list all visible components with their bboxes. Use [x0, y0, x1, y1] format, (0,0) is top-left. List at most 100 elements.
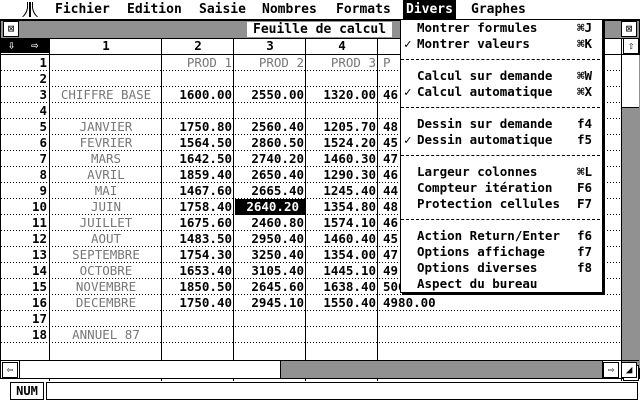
cell-r16-c2[interactable]: 1750.40	[164, 295, 238, 311]
cell-r6-c1[interactable]: FEVRIER	[52, 135, 160, 151]
cell-r4-c4[interactable]	[308, 103, 382, 119]
cell-r4-c1[interactable]	[52, 103, 160, 119]
cell-r18-c3[interactable]	[236, 327, 310, 343]
cell-r17-c2[interactable]	[164, 311, 238, 327]
cell-r3-c2[interactable]: 1600.00	[164, 87, 238, 103]
selected-cell[interactable]: 2640.20	[235, 199, 305, 215]
cell-r17-c5[interactable]	[380, 311, 621, 327]
cell-r9-c4[interactable]: 1245.40	[308, 183, 382, 199]
cell-r16-c1[interactable]: DECEMBRE	[52, 295, 160, 311]
cell-r18-c4[interactable]	[308, 327, 382, 343]
cell-r1-c3[interactable]: PROD 2	[236, 55, 308, 71]
menu-item-options-diverses[interactable]: Options diverses f8	[401, 260, 600, 276]
menu-edition[interactable]: Edition	[124, 0, 185, 19]
horizontal-scrollbar[interactable]: ⇦ ⇨ ◢	[1, 360, 639, 378]
cell-r13-c4[interactable]: 1354.00	[308, 247, 382, 263]
cell-r12-c4[interactable]: 1460.40	[308, 231, 382, 247]
cell-r6-c4[interactable]: 1524.20	[308, 135, 382, 151]
row-header-2[interactable]: 2	[1, 71, 47, 87]
row-header-1[interactable]: 1	[1, 55, 47, 71]
close-box-icon[interactable]: ⊠	[3, 21, 19, 37]
row-header-7[interactable]: 7	[1, 151, 47, 167]
scroll-right-icon[interactable]: ⇨	[603, 362, 619, 378]
cell-r18-c5[interactable]	[380, 327, 621, 343]
menu-divers[interactable]: Divers	[403, 0, 456, 19]
cell-r11-c1[interactable]: JUILLET	[52, 215, 160, 231]
fullscreen-box-icon[interactable]: ⊠	[621, 21, 637, 37]
row-header-14[interactable]: 14	[1, 263, 47, 279]
menu-saisie[interactable]: Saisie	[196, 0, 249, 19]
row-header-6[interactable]: 6	[1, 135, 47, 151]
cell-r6-c3[interactable]: 2860.50	[236, 135, 310, 151]
cell-r16-c4[interactable]: 1550.40	[308, 295, 382, 311]
cell-r13-c3[interactable]: 3250.40	[236, 247, 310, 263]
scroll-track[interactable]	[622, 54, 640, 369]
scroll-left-icon[interactable]: ⇦	[2, 362, 18, 378]
cell-r2-c2[interactable]	[164, 71, 238, 87]
cell-r3-c1[interactable]: CHIFFRE BASE	[52, 87, 160, 103]
hscroll-track[interactable]	[19, 361, 603, 378]
cell-r7-c3[interactable]: 2740.20	[236, 151, 310, 167]
cell-r17-c4[interactable]	[308, 311, 382, 327]
row-header-15[interactable]: 15	[1, 279, 47, 295]
row-header-5[interactable]: 5	[1, 119, 47, 135]
row-header-11[interactable]: 11	[1, 215, 47, 231]
cell-r11-c4[interactable]: 1574.10	[308, 215, 382, 231]
column-header-1[interactable]: 1	[50, 38, 162, 54]
menu-item-dessin-sur-demande[interactable]: Dessin sur demande f4	[401, 116, 600, 132]
row-header-3[interactable]: 3	[1, 87, 47, 103]
cell-r4-c2[interactable]	[164, 103, 238, 119]
cell-r7-c1[interactable]: MARS	[52, 151, 160, 167]
cell-r14-c4[interactable]: 1445.10	[308, 263, 382, 279]
cell-r12-c1[interactable]: AOUT	[52, 231, 160, 247]
vertical-scrollbar[interactable]: ⇧ ⇩	[621, 38, 640, 381]
cell-r1-c2[interactable]: PROD 1	[164, 55, 236, 71]
cell-r7-c4[interactable]: 1460.30	[308, 151, 382, 167]
menu-formats[interactable]: Formats	[333, 0, 394, 19]
cell-r15-c2[interactable]: 1850.50	[164, 279, 238, 295]
menu-item-largeur-colonnes[interactable]: Largeur colonnes ⌘L	[401, 164, 600, 180]
menu-item-compteur-it-ration[interactable]: Compteur itération F6	[401, 180, 600, 196]
cell-r18-c1[interactable]: ANNUEL 87	[52, 327, 160, 343]
cell-r5-c3[interactable]: 2560.40	[236, 119, 310, 135]
cell-r9-c3[interactable]: 2665.40	[236, 183, 310, 199]
cell-r8-c2[interactable]: 1859.40	[164, 167, 238, 183]
menu-item-action-return-enter[interactable]: Action Return/Enter f6	[401, 228, 600, 244]
cell-r18-c2[interactable]	[164, 327, 238, 343]
cell-r10-c2[interactable]: 1758.40	[164, 199, 238, 215]
cell-r14-c2[interactable]: 1653.40	[164, 263, 238, 279]
row-header-18[interactable]: 18	[1, 327, 47, 343]
cell-r10-c1[interactable]: JUIN	[52, 199, 160, 215]
cell-r17-c3[interactable]	[236, 311, 310, 327]
menu-item-options-affichage[interactable]: Options affichage f7	[401, 244, 600, 260]
row-header-9[interactable]: 9	[1, 183, 47, 199]
cell-r8-c1[interactable]: AVRIL	[52, 167, 160, 183]
row-header-12[interactable]: 12	[1, 231, 47, 247]
menu-nombres[interactable]: Nombres	[259, 0, 320, 19]
cell-r12-c2[interactable]: 1483.50	[164, 231, 238, 247]
cell-r7-c2[interactable]: 1642.50	[164, 151, 238, 167]
cell-r8-c3[interactable]: 2650.40	[236, 167, 310, 183]
menu-graphes[interactable]: Graphes	[468, 0, 529, 19]
resize-box-icon[interactable]: ◢	[621, 362, 637, 378]
row-header-4[interactable]: 4	[1, 103, 47, 119]
menu-item-protection-cellules[interactable]: Protection cellules F7	[401, 196, 600, 212]
cell-r1-c4[interactable]: PROD 3	[308, 55, 380, 71]
cell-r13-c2[interactable]: 1754.30	[164, 247, 238, 263]
cell-r4-c3[interactable]	[236, 103, 310, 119]
cell-r12-c3[interactable]: 2950.40	[236, 231, 310, 247]
cell-r15-c4[interactable]: 1638.40	[308, 279, 382, 295]
row-header-13[interactable]: 13	[1, 247, 47, 263]
menu-item-calcul-sur-demande[interactable]: Calcul sur demande ⌘W	[401, 68, 600, 84]
row-header-10[interactable]: 10	[1, 199, 47, 215]
cell-r2-c1[interactable]	[52, 71, 160, 87]
column-header-2[interactable]: 2	[162, 38, 234, 54]
cell-r5-c1[interactable]: JANVIER	[52, 119, 160, 135]
cell-r15-c3[interactable]: 2645.60	[236, 279, 310, 295]
cell-r8-c4[interactable]: 1290.30	[308, 167, 382, 183]
column-header-3[interactable]: 3	[234, 38, 306, 54]
cell-r14-c1[interactable]: OCTOBRE	[52, 263, 160, 279]
cell-r11-c2[interactable]: 1675.60	[164, 215, 238, 231]
scroll-up-icon[interactable]: ⇧	[623, 38, 639, 54]
atari-logo-icon[interactable]	[22, 2, 38, 17]
